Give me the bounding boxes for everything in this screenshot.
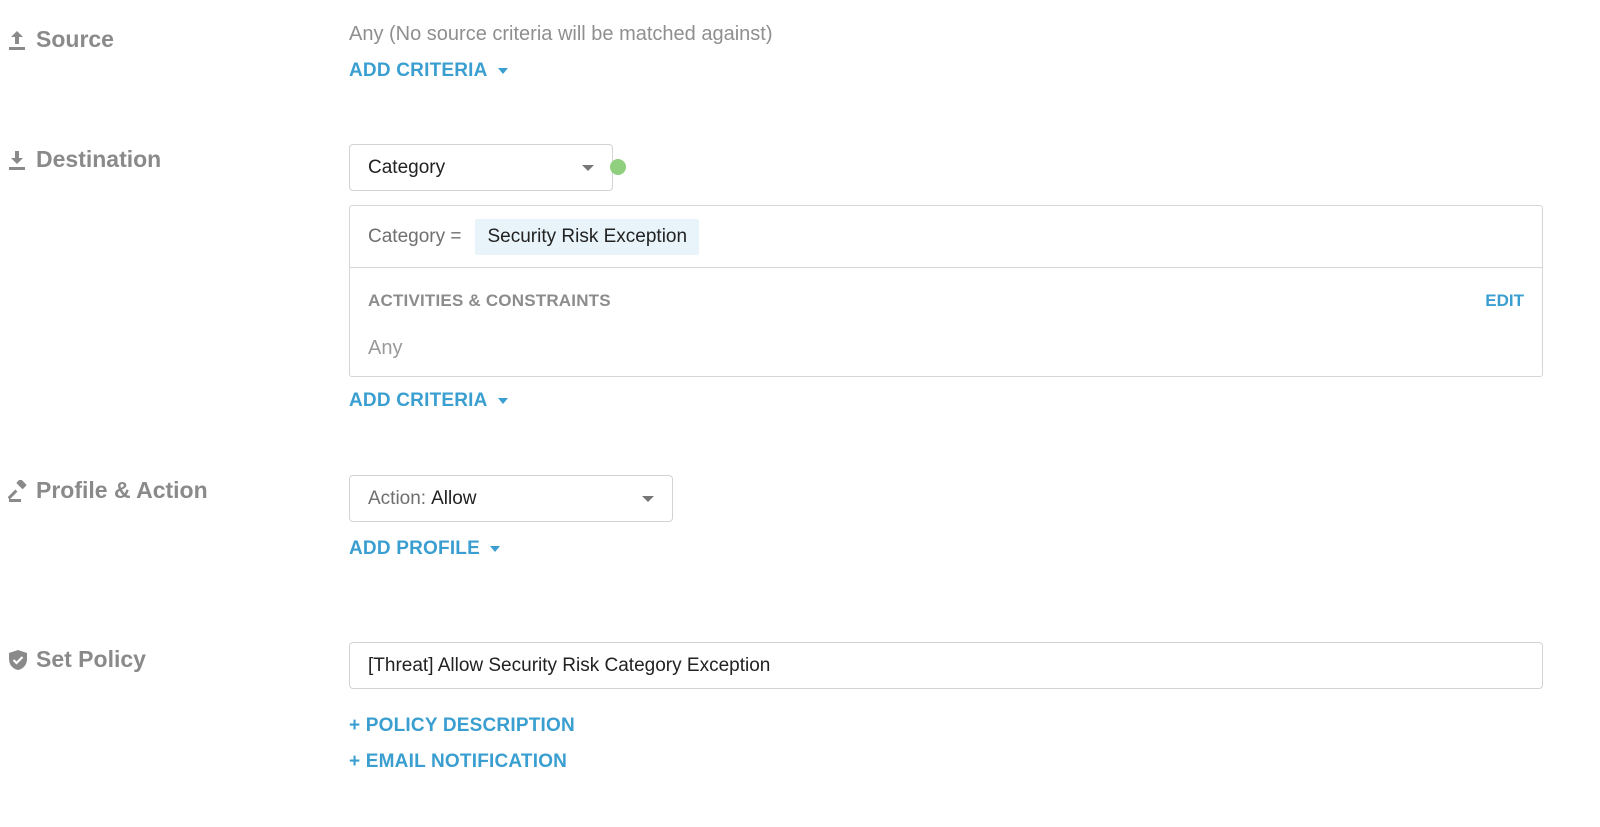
- source-add-criteria-button[interactable]: ADD CRITERIA: [349, 60, 508, 82]
- caret-down-icon: [497, 398, 508, 404]
- action-value: Allow: [431, 487, 477, 509]
- profile-action-section-label: Profile & Action: [8, 477, 208, 504]
- destination-section-label: Destination: [8, 146, 161, 173]
- download-icon: [8, 147, 30, 173]
- activities-value: Any: [368, 337, 403, 359]
- caret-down-icon: [489, 546, 500, 552]
- action-select[interactable]: Action: Allow: [349, 475, 673, 522]
- chevron-down-icon: [642, 495, 654, 502]
- criteria-key: Category =: [368, 225, 462, 247]
- set-policy-label: Set Policy: [36, 646, 146, 672]
- add-profile-button[interactable]: ADD PROFILE: [349, 538, 500, 560]
- caret-down-icon: [497, 68, 508, 74]
- profile-action-label: Profile & Action: [36, 477, 208, 503]
- status-indicator-dot: [610, 159, 626, 175]
- action-prefix: Action:: [368, 487, 427, 509]
- destination-type-select[interactable]: Category: [349, 144, 613, 191]
- add-policy-description-label: + POLICY DESCRIPTION: [349, 715, 575, 736]
- gavel-icon: [8, 478, 30, 504]
- add-profile-label: ADD PROFILE: [349, 538, 480, 559]
- shield-check-icon: [8, 647, 30, 673]
- source-summary: Any (No source criteria will be matched …: [349, 23, 773, 45]
- destination-criteria-box: Category = Security Risk Exception ACTIV…: [349, 205, 1543, 377]
- criteria-value-chip[interactable]: Security Risk Exception: [475, 218, 700, 255]
- source-section-label: Source: [8, 26, 114, 53]
- destination-add-criteria-label: ADD CRITERIA: [349, 390, 488, 411]
- criteria-row: Category = Security Risk Exception: [350, 206, 1542, 268]
- policy-name-value: [Threat] Allow Security Risk Category Ex…: [368, 654, 771, 676]
- destination-add-criteria-button[interactable]: ADD CRITERIA: [349, 390, 508, 412]
- policy-name-input[interactable]: [Threat] Allow Security Risk Category Ex…: [349, 642, 1543, 689]
- add-policy-description-link[interactable]: + POLICY DESCRIPTION: [349, 715, 575, 737]
- source-add-criteria-label: ADD CRITERIA: [349, 60, 488, 81]
- add-email-notification-label: + EMAIL NOTIFICATION: [349, 751, 568, 772]
- set-policy-section-label: Set Policy: [8, 646, 146, 673]
- upload-icon: [8, 27, 30, 53]
- activities-title: ACTIVITIES & CONSTRAINTS: [368, 291, 611, 310]
- source-label: Source: [36, 26, 114, 52]
- activities-edit-link[interactable]: EDIT: [1485, 291, 1524, 311]
- destination-type-value: Category: [368, 156, 446, 178]
- add-email-notification-link[interactable]: + EMAIL NOTIFICATION: [349, 751, 567, 773]
- chevron-down-icon: [582, 164, 594, 171]
- destination-label: Destination: [36, 146, 162, 172]
